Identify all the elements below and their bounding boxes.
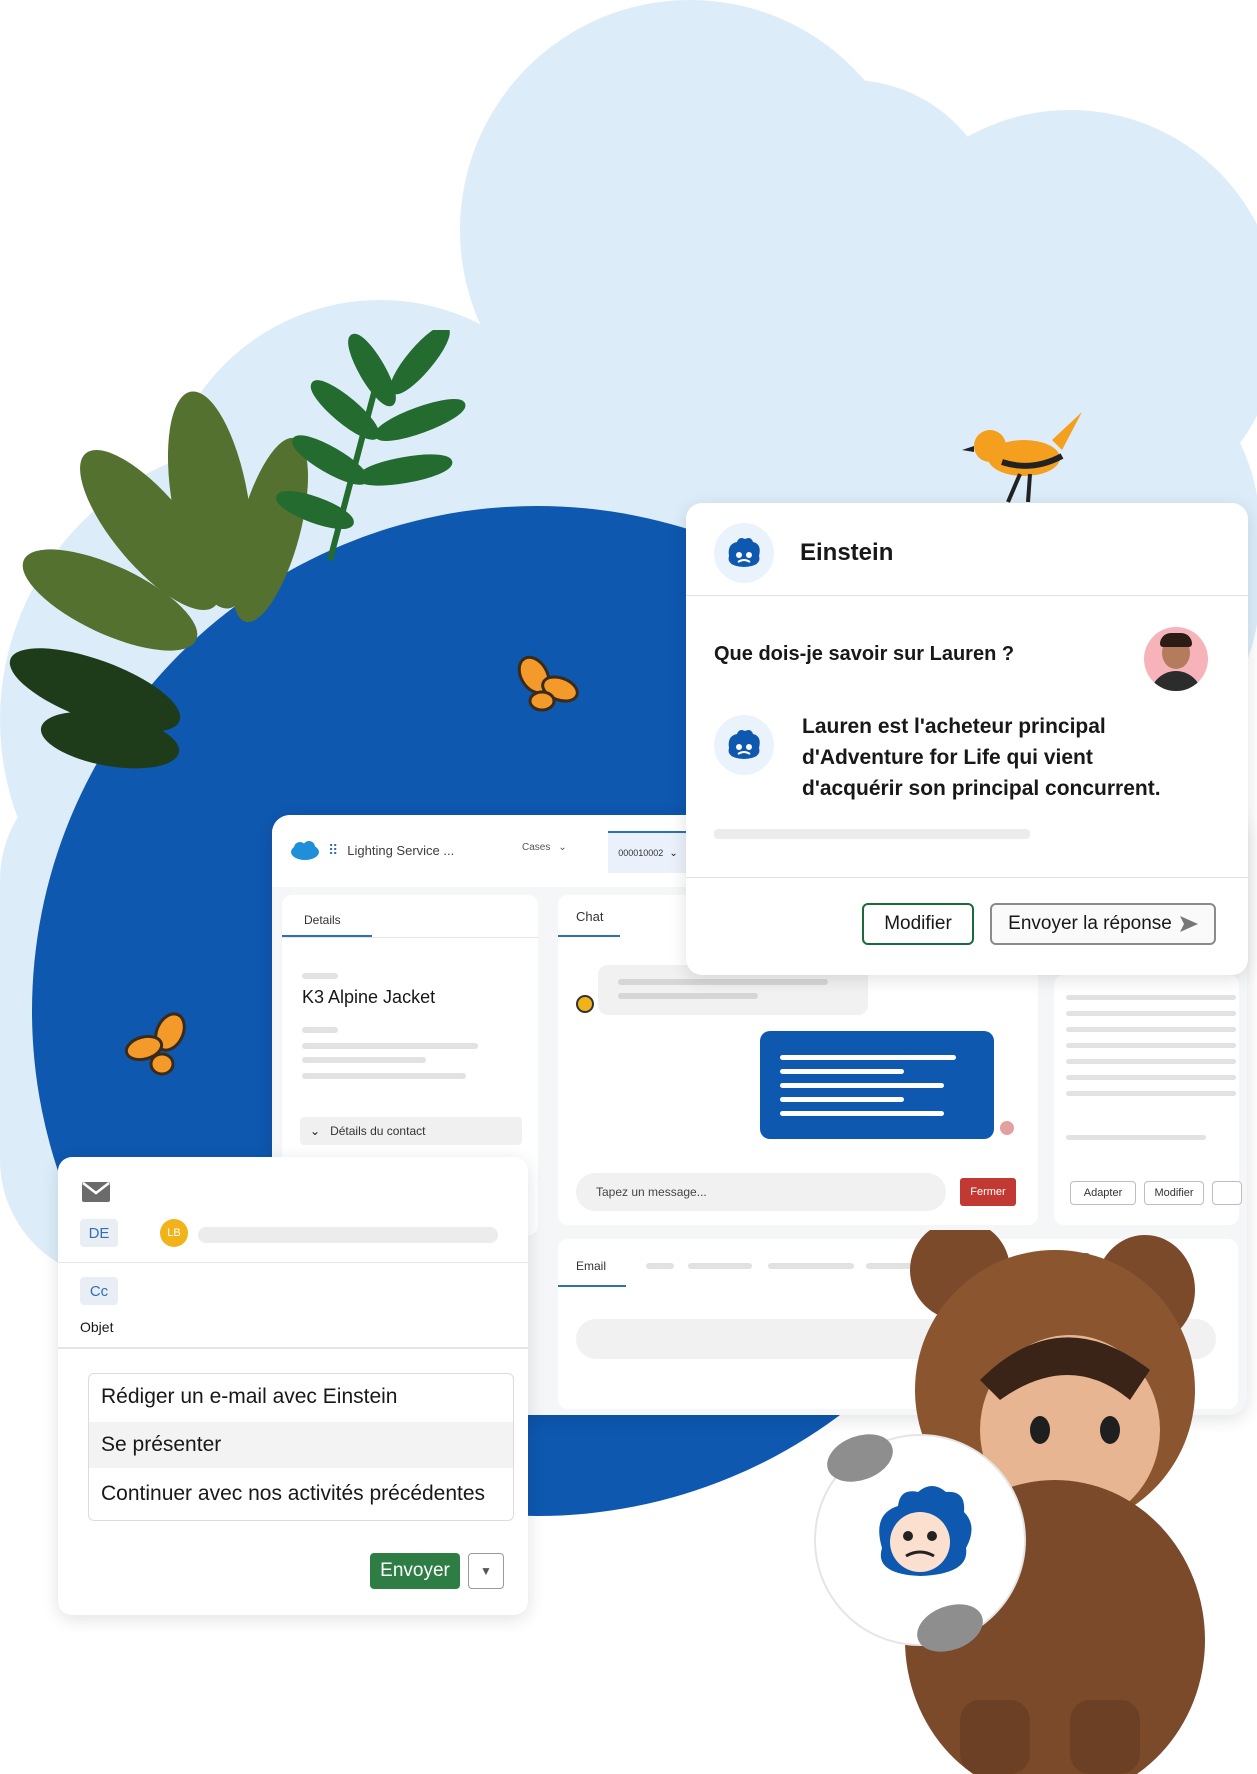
tab-chat[interactable]: Chat xyxy=(576,909,603,924)
chevron-down-icon: ⌄ xyxy=(669,847,678,859)
email-composer: DE LB Cc Objet Rédiger un e-mail avec Ei… xyxy=(58,1157,528,1615)
subject-label: Objet xyxy=(80,1319,114,1335)
side-panel: Adapter Modifier xyxy=(1054,975,1242,1225)
edit-button[interactable]: Modifier xyxy=(862,903,974,945)
einstein-icon xyxy=(714,715,774,775)
einstein-title: Einstein xyxy=(800,539,894,566)
answer-line: d'Adventure for Life qui vient xyxy=(802,746,1093,769)
customer-avatar xyxy=(1000,1121,1014,1135)
case-tab-label: 000010002 xyxy=(618,848,664,858)
send-button[interactable]: Envoyer xyxy=(370,1553,460,1589)
send-options-button[interactable]: ▼ xyxy=(468,1553,504,1589)
app-launcher-icon: ⠿ xyxy=(328,841,338,858)
suggestion-introduce[interactable]: Se présenter xyxy=(89,1422,513,1468)
from-label: DE xyxy=(80,1219,118,1247)
send-arrow-icon xyxy=(1179,916,1198,932)
message-placeholder: Tapez un message... xyxy=(596,1185,707,1199)
send-reply-button[interactable]: Envoyer la réponse xyxy=(990,903,1216,945)
contact-section-toggle[interactable]: ⌄ Détails du contact xyxy=(300,1117,522,1145)
from-field[interactable] xyxy=(198,1227,498,1243)
app-name: Lighting Service ... xyxy=(347,842,455,858)
suggestion-draft[interactable]: Rédiger un e-mail avec Einstein xyxy=(89,1374,513,1420)
close-chat-button[interactable]: Fermer xyxy=(960,1178,1016,1206)
cc-label[interactable]: Cc xyxy=(80,1277,118,1305)
butterfly-icon xyxy=(124,1012,186,1076)
tab-email[interactable]: Email xyxy=(576,1259,606,1273)
send-reply-label: Envoyer la réponse xyxy=(1008,913,1172,934)
answer-line: Lauren est l'acheteur principal xyxy=(802,715,1106,738)
butterfly-icon xyxy=(517,655,579,712)
user-avatar xyxy=(1144,627,1208,691)
bird-icon xyxy=(962,412,1082,503)
answer-line: d'acquérir son principal concurrent. xyxy=(802,777,1161,800)
from-avatar: LB xyxy=(160,1219,188,1247)
modify-button[interactable]: Modifier xyxy=(1144,1181,1204,1205)
contact-section-label: Détails du contact xyxy=(330,1124,426,1138)
agent-avatar xyxy=(576,995,594,1013)
adapt-button[interactable]: Adapter xyxy=(1070,1181,1136,1205)
einstein-card: Einstein Que dois-je savoir sur Lauren ?… xyxy=(686,503,1248,975)
app-launcher[interactable]: ⠿ Lighting Service ... xyxy=(328,833,468,867)
more-button[interactable] xyxy=(1212,1181,1242,1205)
message-input[interactable]: Tapez un message... xyxy=(576,1173,946,1211)
einstein-icon xyxy=(714,523,774,583)
mail-icon xyxy=(82,1182,110,1202)
record-title: K3 Alpine Jacket xyxy=(302,987,436,1007)
einstein-answer: Lauren est l'acheteur principal d'Advent… xyxy=(802,711,1242,804)
suggestion-continue[interactable]: Continuer avec nos activités précédentes xyxy=(89,1470,513,1518)
chevron-down-icon: ▼ xyxy=(480,1564,492,1578)
nav-cases-label: Cases xyxy=(522,842,551,853)
tab-details[interactable]: Details xyxy=(304,913,341,927)
case-tab[interactable]: 000010002 ⌄ xyxy=(608,831,688,873)
astro-mascot xyxy=(814,1230,1205,1774)
chevron-down-icon: ⌄ xyxy=(558,842,567,853)
einstein-suggestions: Rédiger un e-mail avec Einstein Se prése… xyxy=(88,1373,514,1521)
foliage-illustration xyxy=(9,330,466,769)
chevron-down-icon: ⌄ xyxy=(310,1124,321,1138)
user-question: Que dois-je savoir sur Lauren ? xyxy=(714,643,1015,665)
nav-cases[interactable]: Cases ⌄ xyxy=(522,842,567,853)
salesforce-cloud-icon xyxy=(291,841,319,860)
